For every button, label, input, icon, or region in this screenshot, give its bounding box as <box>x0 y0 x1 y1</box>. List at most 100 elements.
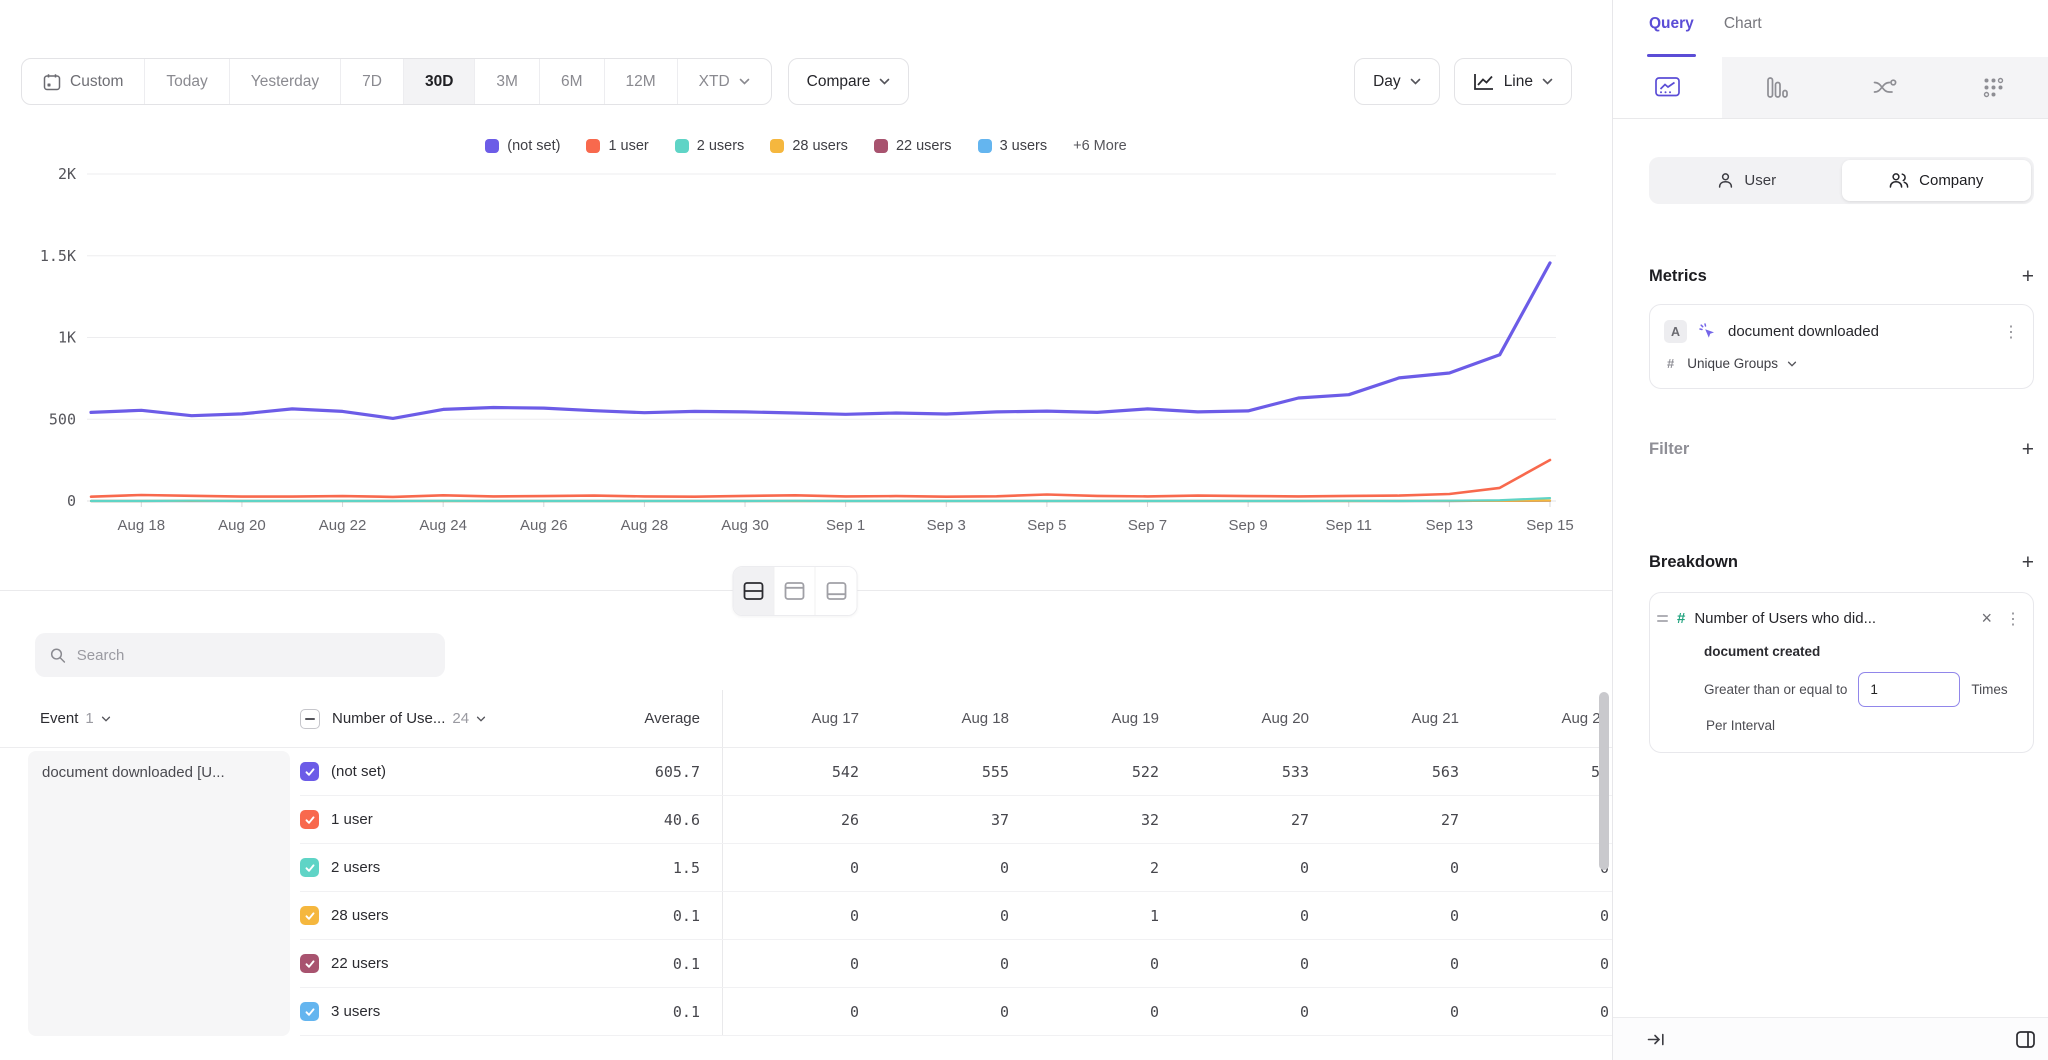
kebab-menu-icon[interactable]: ⋮ <box>2005 609 2021 629</box>
row-label: 28 users <box>331 907 389 924</box>
event-column-header[interactable]: Event 1 <box>0 710 300 727</box>
legend-item[interactable]: (not set) <box>485 138 560 154</box>
row-checkbox[interactable] <box>300 954 319 973</box>
collapse-panel-button[interactable] <box>1647 1031 1665 1048</box>
interval-dropdown[interactable]: Day <box>1354 58 1440 105</box>
average-column-header: Average <box>644 710 700 727</box>
value-cell: 555 <box>873 763 1023 781</box>
kebab-menu-icon[interactable]: ⋮ <box>2003 322 2019 342</box>
range-3m[interactable]: 3M <box>475 59 540 104</box>
range-6m[interactable]: 6M <box>540 59 605 104</box>
chevron-down-icon <box>879 78 890 85</box>
condition-value-input[interactable] <box>1858 672 1960 707</box>
tab-line-chart[interactable] <box>1613 57 1722 118</box>
layout-bottom-button[interactable] <box>816 567 857 615</box>
toggle-sidebar-button[interactable] <box>2016 1031 2035 1048</box>
drag-handle-icon[interactable] <box>1657 615 1668 621</box>
legend-label: 28 users <box>792 138 848 154</box>
legend-item[interactable]: 1 user <box>586 138 648 154</box>
legend-swatch <box>874 139 888 153</box>
svg-text:0: 0 <box>67 492 76 510</box>
legend-item[interactable]: 22 users <box>874 138 952 154</box>
tab-flow-chart[interactable] <box>1831 57 1940 118</box>
range-label: Yesterday <box>251 73 319 91</box>
row-checkbox[interactable] <box>300 810 319 829</box>
range-7d[interactable]: 7D <box>341 59 404 104</box>
metric-event-name[interactable]: document downloaded <box>1728 323 1992 340</box>
legend-more-link[interactable]: +6 More <box>1073 138 1127 154</box>
tab-bar-chart[interactable] <box>1722 57 1831 118</box>
measure-dropdown[interactable]: Unique Groups <box>1687 356 1797 371</box>
range-label: 6M <box>561 73 583 91</box>
panel-tab-chart[interactable]: Chart <box>1724 15 1762 57</box>
chevron-down-icon <box>739 78 750 85</box>
range-custom[interactable]: Custom <box>22 59 145 104</box>
table-row: 22 users 0.1000000 <box>300 940 1612 988</box>
legend-item[interactable]: 2 users <box>675 138 745 154</box>
svg-text:Sep 3: Sep 3 <box>927 517 966 534</box>
table-row: 2 users1.5002000 <box>300 844 1612 892</box>
scope-user[interactable]: User <box>1652 160 1842 201</box>
range-today[interactable]: Today <box>145 59 229 104</box>
main-chart-area: CustomToday Yesterday 7D30D3M 6M 12M XTD Comp… <box>0 0 1612 1060</box>
row-checkbox[interactable] <box>300 858 319 877</box>
check-icon <box>304 958 316 970</box>
legend-swatch <box>770 139 784 153</box>
row-average: 0.1 <box>582 907 722 925</box>
row-average: 605.7 <box>582 763 722 781</box>
range-label: 12M <box>626 73 656 91</box>
metric-measure-row: # Unique Groups <box>1664 356 2019 371</box>
layout-toggle-row <box>0 565 1612 615</box>
metrics-title: Metrics <box>1649 267 1707 286</box>
legend-item[interactable]: 3 users <box>978 138 1048 154</box>
add-breakdown-button[interactable]: + <box>2022 552 2034 573</box>
row-checkbox[interactable] <box>300 762 319 781</box>
scope-company[interactable]: Company <box>1842 160 2032 201</box>
compare-button[interactable]: Compare <box>788 58 910 105</box>
event-list-item[interactable]: document downloaded [U... <box>28 751 290 1036</box>
value-cell: 0 <box>1173 955 1323 973</box>
layout-split-button[interactable] <box>734 567 775 615</box>
table-vertical-scrollbar[interactable] <box>1599 692 1609 870</box>
svg-text:Aug 22: Aug 22 <box>319 517 367 534</box>
close-icon[interactable]: × <box>1977 608 1996 629</box>
row-checkbox[interactable] <box>300 1002 319 1021</box>
range-12m[interactable]: 12M <box>605 59 678 104</box>
table-row: 3 users0.1000000 <box>300 988 1612 1036</box>
value-cell: 0 <box>1323 1003 1473 1021</box>
chart-type-dropdown[interactable]: Line <box>1454 58 1572 105</box>
layout-top-button[interactable] <box>775 567 816 615</box>
row-label: 22 users <box>331 955 389 972</box>
add-metric-button[interactable]: + <box>2022 266 2034 287</box>
range-30d[interactable]: 30D <box>404 59 475 104</box>
row-average: 0.1 <box>582 955 722 973</box>
search-input[interactable] <box>77 647 430 664</box>
tab-data-table[interactable] <box>1939 57 2048 118</box>
svg-text:Sep 9: Sep 9 <box>1229 517 1268 534</box>
date-column-header: Aug 20 <box>1173 710 1323 727</box>
panel-tab-query[interactable]: Query <box>1649 15 1694 57</box>
search-icon <box>50 647 66 664</box>
value-cell: 0 <box>723 1003 873 1021</box>
add-filter-button[interactable]: + <box>2022 439 2034 460</box>
value-cell: 2 <box>1023 859 1173 877</box>
legend-label: 3 users <box>1000 138 1048 154</box>
measure-label: Unique Groups <box>1687 356 1778 371</box>
range-xtd[interactable]: XTD <box>678 59 771 104</box>
select-all-checkbox[interactable] <box>300 709 320 729</box>
value-cell: 0 <box>873 859 1023 877</box>
legend-item[interactable]: 28 users <box>770 138 848 154</box>
chart-type-label: Line <box>1504 73 1533 91</box>
row-checkbox[interactable] <box>300 906 319 925</box>
metrics-section-header: Metrics + <box>1649 266 2034 287</box>
value-cell: 0 <box>1023 955 1173 973</box>
range-yesterday[interactable]: Yesterday <box>230 59 341 104</box>
series-header-dropdown[interactable]: Number of Use... 24 <box>332 710 486 727</box>
row-date-values: 000000 <box>722 940 1612 987</box>
condition-unit-label: Times <box>1971 682 2007 697</box>
per-interval-label: Per Interval <box>1704 718 2021 733</box>
value-cell: 53 <box>1473 763 1612 781</box>
breakdown-card-body: document created Greater than or equal t… <box>1657 644 2021 733</box>
breakdown-property-name[interactable]: Number of Users who did... <box>1694 610 1968 627</box>
date-column-headers: Aug 17Aug 18Aug 19Aug 20Aug 21Aug 22 <box>722 690 1612 747</box>
